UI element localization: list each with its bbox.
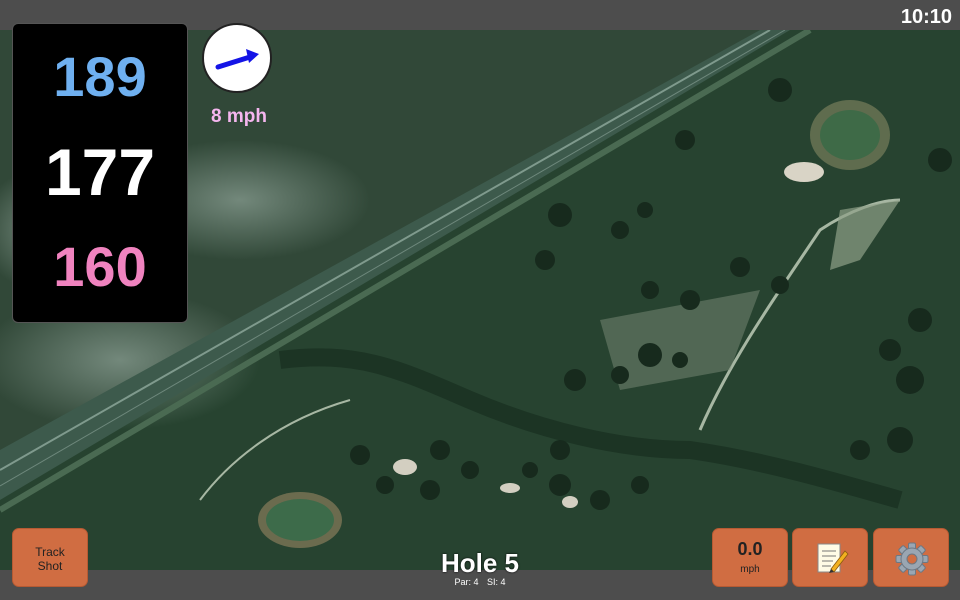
wind-indicator bbox=[202, 23, 272, 93]
wind-arrow-icon bbox=[215, 49, 259, 70]
track-shot-label-line2: Shot bbox=[37, 559, 63, 573]
hole-par: Par: 4 bbox=[454, 577, 479, 587]
settings-button[interactable] bbox=[873, 528, 949, 587]
track-shot-label-line1: Track bbox=[35, 545, 65, 559]
notepad-icon bbox=[817, 543, 849, 573]
speed-value: 0.0 bbox=[737, 539, 763, 559]
gear-icon bbox=[895, 542, 929, 576]
center-distance: 177 bbox=[44, 135, 156, 209]
hole-info: Par: 4 SI: 4 bbox=[380, 577, 580, 587]
scorecard-button[interactable] bbox=[792, 528, 868, 587]
speed-button[interactable]: 0.0 mph bbox=[712, 528, 788, 587]
distance-panel: 189 177 160 bbox=[12, 23, 188, 323]
hole-stroke-index: SI: 4 bbox=[487, 577, 506, 587]
wind-speed: 8 mph bbox=[211, 106, 267, 127]
back-distance: 189 bbox=[53, 45, 147, 108]
clock: 10:10 bbox=[900, 6, 952, 28]
track-shot-button[interactable]: Track Shot bbox=[12, 528, 88, 587]
hole-title: Hole 5 bbox=[440, 548, 520, 578]
speed-unit: mph bbox=[740, 564, 760, 575]
front-distance: 160 bbox=[53, 235, 147, 298]
